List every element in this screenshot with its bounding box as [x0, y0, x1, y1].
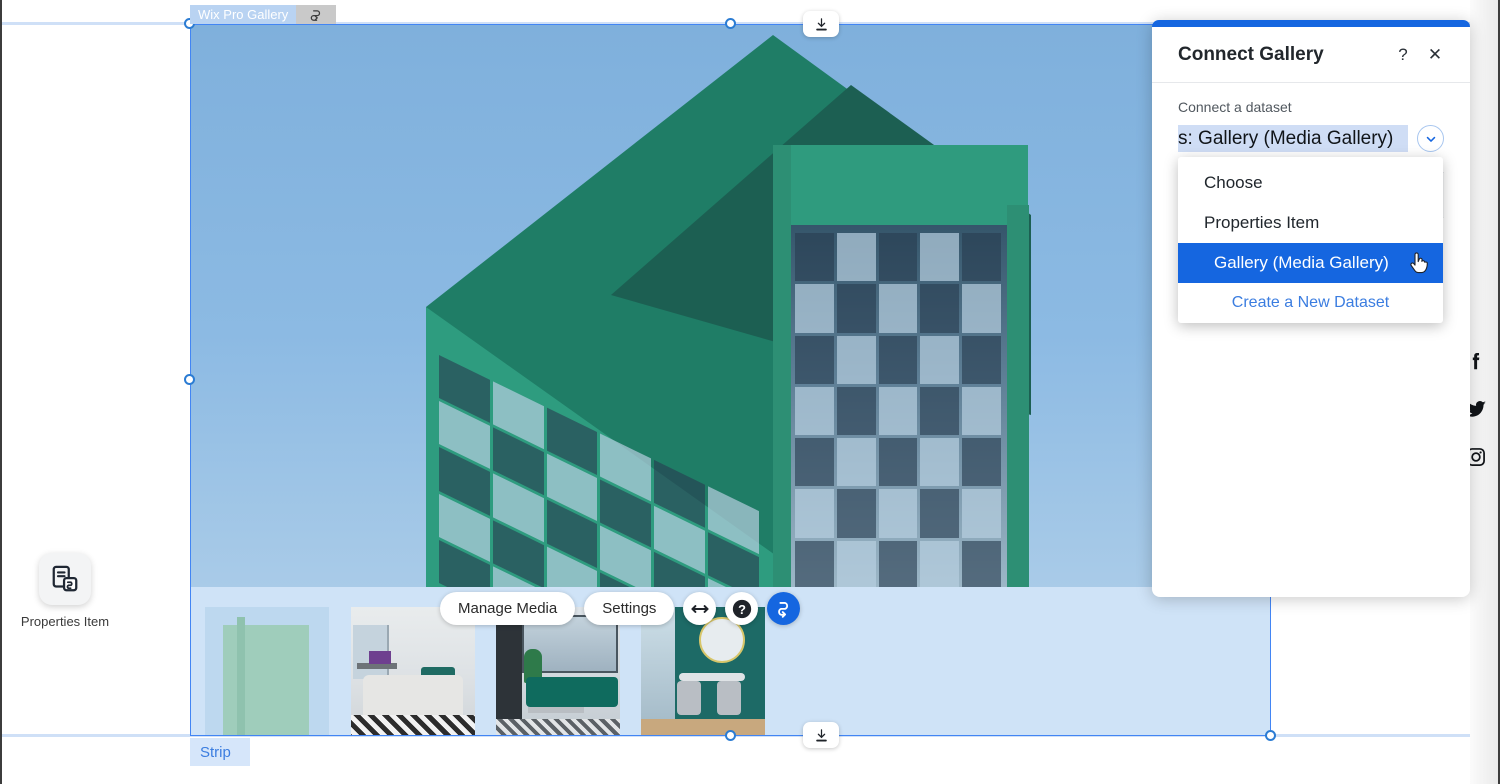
connect-data-button[interactable]: [767, 592, 801, 625]
strip-name-label: Strip: [200, 743, 231, 761]
thumbnail-living-room[interactable]: [496, 607, 620, 735]
window-grid-right: [795, 233, 1001, 587]
dataset-document-glyph: [52, 565, 78, 592]
page-title: Connect Gallery: [1178, 43, 1324, 65]
dataset-dropdown-menu: Choose Properties Item Gallery (Media Ga…: [1178, 157, 1443, 323]
resize-handle-top-center[interactable]: [725, 18, 736, 29]
arrows-horizontal-icon: [691, 604, 709, 613]
dataset-widget[interactable]: Properties Item: [14, 553, 116, 629]
pointing-hand-cursor: [1409, 252, 1429, 279]
connect-data-icon: [778, 602, 789, 618]
manage-media-button[interactable]: Manage Media: [440, 592, 576, 625]
dataset-widget-label: Properties Item: [20, 614, 110, 629]
download-button-bottom[interactable]: [803, 722, 839, 748]
building-right-edge: [1007, 205, 1029, 587]
gallery-floating-toolbar: Manage Media Settings ?: [440, 592, 801, 625]
strip-name-tag[interactable]: Strip: [190, 738, 250, 766]
list-item[interactable]: [351, 607, 475, 735]
dataset-document-icon[interactable]: [39, 553, 91, 605]
dropdown-item-properties-item[interactable]: Properties Item: [1178, 203, 1443, 243]
resize-handle-bottom-right[interactable]: [1265, 730, 1276, 741]
svg-text:?: ?: [738, 601, 746, 616]
stretch-button[interactable]: [683, 592, 717, 625]
dataset-connector-icon[interactable]: [296, 5, 337, 24]
thumbnail-dining-room[interactable]: [641, 607, 765, 735]
dataset-select-input[interactable]: s: Gallery (Media Gallery): [1178, 125, 1408, 152]
wix-pro-gallery-component[interactable]: [190, 24, 1271, 736]
component-name-tag[interactable]: Wix Pro Gallery: [190, 5, 337, 24]
question-mark-icon: ?: [732, 599, 752, 618]
create-new-dataset-link[interactable]: Create a New Dataset: [1178, 283, 1443, 323]
canvas-left-edge: [0, 0, 2, 784]
panel-accent-bar: [1152, 20, 1470, 27]
dropdown-item-choose[interactable]: Choose: [1178, 163, 1443, 203]
dropdown-item-gallery-media-gallery[interactable]: Gallery (Media Gallery): [1178, 243, 1443, 283]
list-item[interactable]: [641, 607, 765, 735]
help-icon[interactable]: ?: [1390, 42, 1416, 68]
download-icon: [815, 17, 827, 30]
download-icon: [815, 728, 827, 741]
resize-handle-bottom-center[interactable]: [725, 730, 736, 741]
panel-header: Connect Gallery ? ✕: [1152, 27, 1470, 82]
list-item[interactable]: [205, 607, 329, 735]
download-button-top[interactable]: [803, 11, 839, 37]
editor-screen: Wix Pro Gallery Strip Manage Media Setti…: [0, 0, 1500, 784]
settings-button[interactable]: Settings: [584, 592, 675, 625]
dataset-field-row: s: Gallery (Media Gallery): [1178, 125, 1444, 152]
thumbnail-bedroom[interactable]: [351, 607, 475, 735]
component-name-label: Wix Pro Gallery: [198, 7, 289, 22]
resize-handle-middle-left[interactable]: [184, 374, 195, 385]
thumbnail-building[interactable]: [205, 607, 329, 735]
help-button[interactable]: ?: [725, 592, 759, 625]
gallery-hero-image[interactable]: [191, 25, 1270, 587]
chevron-down-icon[interactable]: [1417, 125, 1444, 152]
list-item[interactable]: [496, 607, 620, 735]
dropdown-item-label: Gallery (Media Gallery): [1214, 253, 1389, 272]
building-corner-edge: [773, 145, 791, 587]
dataset-field-label: Connect a dataset: [1178, 99, 1292, 115]
close-icon[interactable]: ✕: [1422, 42, 1448, 68]
